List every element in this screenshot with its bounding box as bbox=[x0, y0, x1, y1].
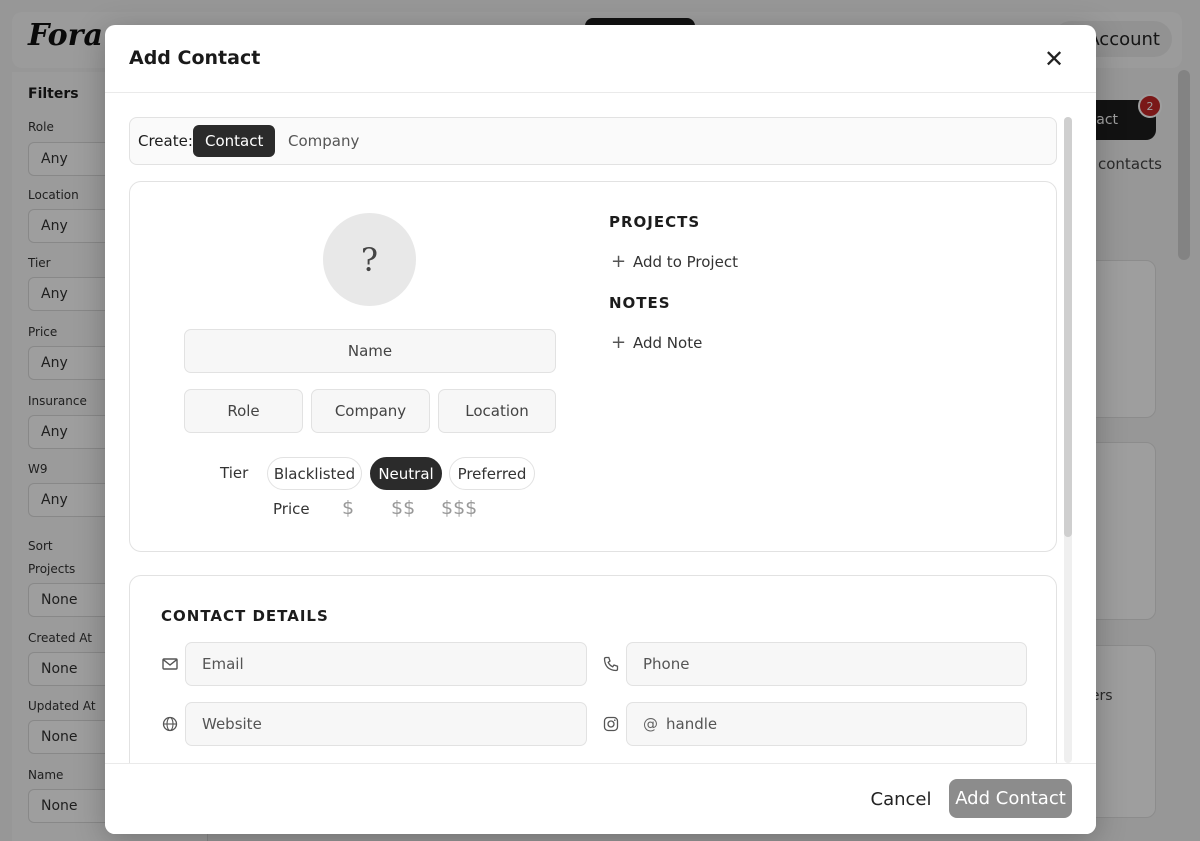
add-contact-modal: Add Contact ✕ Create: Contact Company ? … bbox=[105, 25, 1096, 834]
handle-placeholder: handle bbox=[666, 715, 718, 733]
location-field[interactable]: Location bbox=[438, 389, 556, 433]
avatar-placeholder: ? bbox=[360, 240, 379, 279]
modal-title: Add Contact bbox=[129, 47, 261, 69]
modal-scrollbar[interactable] bbox=[1064, 117, 1072, 763]
modal-header: Add Contact ✕ bbox=[105, 25, 1096, 93]
notes-heading: NOTES bbox=[609, 294, 671, 312]
add-contact-button[interactable]: Add Contact bbox=[949, 779, 1072, 818]
tier-neutral-option[interactable]: Neutral bbox=[370, 457, 442, 490]
profile-card: ? Name Role Company Location Tier Blackl… bbox=[129, 181, 1057, 552]
add-note-label: Add Note bbox=[633, 333, 703, 352]
cancel-button[interactable]: Cancel bbox=[865, 780, 937, 818]
phone-field[interactable]: Phone bbox=[626, 642, 1027, 686]
mail-icon bbox=[162, 658, 178, 670]
create-contact-tab[interactable]: Contact bbox=[193, 125, 276, 157]
tier-preferred-option[interactable]: Preferred bbox=[449, 457, 535, 490]
create-type-toggle: Create: Contact Company bbox=[129, 117, 1057, 165]
tier-blacklisted-option[interactable]: Blacklisted bbox=[267, 457, 362, 490]
name-field[interactable]: Name bbox=[184, 329, 556, 373]
add-note-button[interactable]: + Add Note bbox=[611, 332, 702, 353]
modal-body: Create: Contact Company ? Name Role Comp… bbox=[105, 94, 1096, 763]
modal-scrollbar-thumb[interactable] bbox=[1064, 117, 1072, 537]
close-icon[interactable]: ✕ bbox=[1040, 45, 1068, 73]
projects-heading: PROJECTS bbox=[609, 213, 701, 231]
plus-icon: + bbox=[611, 332, 627, 353]
plus-icon: + bbox=[611, 251, 627, 272]
tier-label: Tier bbox=[220, 464, 249, 482]
role-field[interactable]: Role bbox=[184, 389, 303, 433]
globe-icon bbox=[162, 716, 178, 732]
modal-footer: Cancel Add Contact bbox=[105, 763, 1096, 834]
create-label: Create: bbox=[138, 132, 193, 150]
add-to-project-button[interactable]: + Add to Project bbox=[611, 251, 738, 272]
price-1-option[interactable]: $ bbox=[342, 497, 354, 519]
price-label: Price bbox=[273, 500, 310, 518]
avatar-upload[interactable]: ? bbox=[323, 213, 416, 306]
at-sign: @ bbox=[643, 715, 658, 733]
phone-icon bbox=[603, 656, 619, 672]
website-field[interactable]: Website bbox=[185, 702, 587, 746]
contact-details-heading: CONTACT DETAILS bbox=[161, 607, 329, 625]
create-company-tab[interactable]: Company bbox=[276, 125, 371, 157]
instagram-handle-field[interactable]: @ handle bbox=[626, 702, 1027, 746]
price-3-option[interactable]: $$$ bbox=[441, 497, 477, 519]
company-field[interactable]: Company bbox=[311, 389, 430, 433]
price-2-option[interactable]: $$ bbox=[391, 497, 415, 519]
email-field[interactable]: Email bbox=[185, 642, 587, 686]
instagram-icon bbox=[603, 716, 619, 732]
add-to-project-label: Add to Project bbox=[633, 252, 738, 271]
contact-details-card: CONTACT DETAILS Email Phone Website @ ha… bbox=[129, 575, 1057, 763]
